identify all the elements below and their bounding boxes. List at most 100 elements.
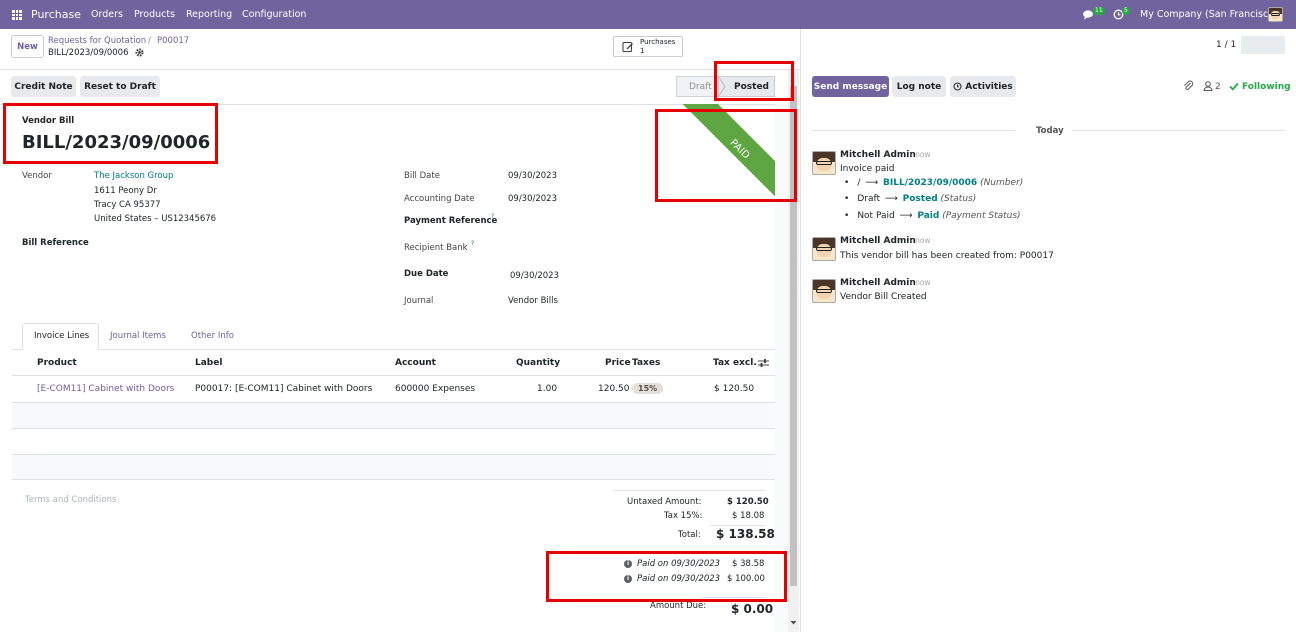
col-price[interactable]: Price [605, 358, 631, 368]
empty-row [12, 403, 775, 428]
bill-date-label: Bill Date [404, 171, 440, 181]
author-avatar[interactable] [812, 151, 836, 175]
check-icon [1229, 82, 1239, 91]
activities-label: Activities [965, 81, 1013, 92]
line-label[interactable]: P00017: [E-COM11] Cabinet with Doors [195, 384, 372, 394]
user-avatar[interactable] [1268, 7, 1283, 22]
total-value: $ 138.58 [716, 527, 775, 541]
tab-other-info[interactable]: Other Info [191, 331, 234, 341]
line-product[interactable]: [E-COM11] Cabinet with Doors [37, 384, 174, 394]
bill-date-value[interactable]: 09/30/2023 [508, 171, 557, 181]
tax-label: Tax 15%: [664, 511, 703, 521]
divider [812, 130, 1015, 131]
highlight-document-name [3, 103, 218, 164]
amount-due-label: Amount Due: [650, 601, 707, 611]
paperclip-icon[interactable] [1183, 80, 1194, 92]
status-draft-label: Draft [689, 82, 712, 92]
log-note-button[interactable]: Log note [892, 76, 946, 97]
help-tooltip-icon[interactable]: ? [471, 240, 474, 247]
message-time: - now [910, 150, 931, 159]
tabs-divider [12, 349, 775, 350]
messages-count-badge: 11 [1093, 7, 1105, 15]
untaxed-amount-label: Untaxed Amount: [627, 497, 702, 507]
tab-journal-items[interactable]: Journal Items [110, 331, 166, 341]
breadcrumb-po[interactable]: P00017 [157, 36, 189, 46]
col-label[interactable]: Label [195, 358, 222, 368]
vendor-label: Vendor [22, 171, 52, 181]
tab-invoice-lines[interactable]: Invoice Lines [22, 323, 99, 350]
scroll-down-icon[interactable] [789, 618, 798, 627]
top-navbar: Purchase Orders Products Reporting Confi… [0, 0, 1296, 29]
followers-count[interactable]: 2 [1215, 82, 1221, 92]
divider [710, 525, 765, 526]
col-product[interactable]: Product [37, 358, 77, 368]
optional-columns-icon[interactable] [758, 358, 769, 368]
vendor-address-street: 1611 Peony Dr [94, 186, 157, 196]
divider [1072, 130, 1285, 131]
empty-row [12, 429, 775, 454]
line-subtotal: $ 120.50 [714, 384, 755, 394]
accounting-date-value[interactable]: 09/30/2023 [508, 194, 557, 204]
apps-menu-icon[interactable] [12, 10, 22, 20]
company-switcher[interactable]: My Company (San Francisco) [1140, 9, 1278, 20]
new-button[interactable]: New [11, 35, 44, 58]
col-account[interactable]: Account [395, 358, 436, 368]
highlight-paid-ribbon [655, 109, 797, 202]
breadcrumb-rfq[interactable]: Requests for Quotation [48, 36, 146, 46]
menu-orders[interactable]: Orders [91, 9, 123, 20]
menu-products[interactable]: Products [134, 9, 175, 20]
line-price[interactable]: 120.50 [598, 384, 630, 394]
amount-due-value: $ 0.00 [731, 602, 774, 616]
status-draft[interactable]: Draft [676, 76, 718, 97]
message-author[interactable]: Mitchell Admin [840, 278, 916, 288]
highlight-payments [546, 551, 787, 602]
vendor-name-link[interactable]: The Jackson Group [94, 171, 173, 181]
due-date-label: Due Date [404, 269, 449, 279]
date-separator: Today [1036, 126, 1064, 136]
vendor-address-city: Tracy CA 95377 [94, 200, 161, 210]
breadcrumb-separator: / [148, 36, 151, 46]
message-author[interactable]: Mitchell Admin [840, 236, 916, 246]
app-name[interactable]: Purchase [31, 8, 81, 21]
help-tooltip-icon[interactable]: ? [491, 213, 494, 220]
record-name: BILL/2023/09/0006 [48, 48, 129, 58]
accounting-date-label: Accounting Date [404, 194, 475, 204]
col-quantity[interactable]: Quantity [516, 358, 560, 368]
vendor-address-country: United States – US12345676 [94, 214, 217, 224]
tax-tag[interactable]: 15% [632, 383, 664, 394]
col-taxes[interactable]: Taxes [632, 358, 660, 368]
message-time: - now [910, 236, 931, 245]
divider [0, 69, 800, 70]
message-time: - now [910, 278, 931, 287]
terms-and-conditions-field[interactable]: Terms and Conditions [25, 495, 116, 505]
table-row[interactable]: [E-COM11] Cabinet with Doors P00017: [E-… [12, 376, 775, 402]
menu-reporting[interactable]: Reporting [186, 9, 232, 20]
author-avatar[interactable] [812, 237, 836, 261]
purchases-smart-button[interactable]: Purchases 1 [613, 36, 683, 57]
edit-document-icon [622, 41, 633, 53]
empty-row [12, 455, 775, 479]
followers-icon[interactable] [1203, 81, 1213, 91]
tab-invoice-lines-label: Invoice Lines [34, 331, 90, 341]
following-button[interactable]: Following [1242, 82, 1291, 92]
payment-reference-label: Payment Reference [404, 216, 498, 226]
activities-button[interactable]: Activities [950, 76, 1016, 97]
reset-to-draft-button[interactable]: Reset to Draft [80, 76, 160, 97]
tracking-change-status: • Draft ⟶ Posted (Status) [844, 194, 977, 204]
author-avatar[interactable] [812, 279, 836, 303]
message-body: Invoice paid [840, 164, 895, 174]
journal-value[interactable]: Vendor Bills [508, 296, 558, 306]
line-account[interactable]: 600000 Expenses [395, 384, 475, 394]
divider [613, 490, 765, 491]
pager-buttons[interactable] [1241, 36, 1285, 54]
due-date-value[interactable]: 09/30/2023 [510, 271, 559, 281]
message-author[interactable]: Mitchell Admin [840, 150, 916, 160]
pager-value[interactable]: 1 / 1 [1216, 40, 1236, 50]
send-message-button[interactable]: Send message [812, 76, 889, 97]
line-quantity[interactable]: 1.00 [537, 384, 557, 394]
bill-reference-label: Bill Reference [22, 238, 89, 248]
credit-note-button[interactable]: Credit Note [11, 76, 76, 97]
gear-icon[interactable] [135, 48, 144, 57]
menu-configuration[interactable]: Configuration [242, 9, 306, 20]
col-tax-excl[interactable]: Tax excl. [713, 358, 757, 368]
